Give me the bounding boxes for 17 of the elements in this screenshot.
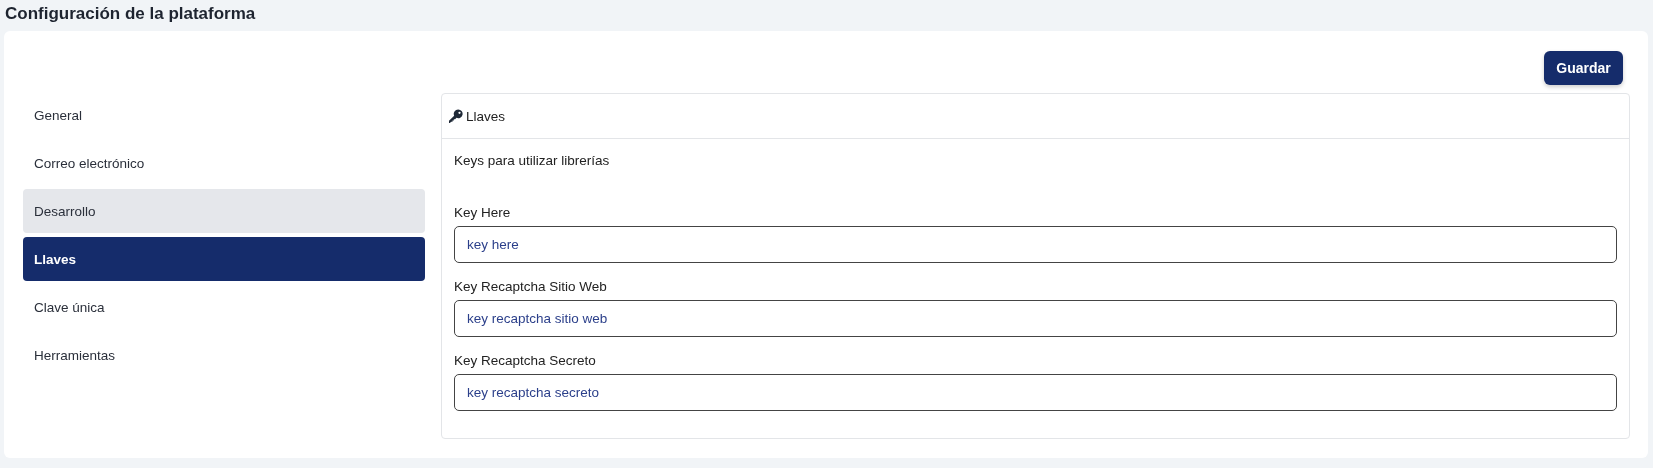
sidebar-item[interactable]: Clave única (23, 285, 425, 329)
sidebar-item[interactable]: Desarrollo (23, 189, 425, 233)
field-label: Key Here (454, 205, 512, 220)
input-field[interactable]: key here (454, 226, 1617, 263)
sidebar-item[interactable]: Herramientas (23, 333, 425, 377)
input-field[interactable]: key recaptcha sitio web (454, 300, 1617, 337)
field-label: Key Recaptcha Sitio Web (454, 279, 608, 294)
save-button[interactable]: Guardar (1544, 51, 1623, 85)
panel-description: Keys para utilizar librerías (454, 153, 611, 170)
key-icon (449, 109, 463, 123)
panel-title: Llaves (466, 108, 506, 124)
input-field[interactable]: key recaptcha secreto (454, 374, 1617, 411)
sidebar-item[interactable]: Llaves (23, 237, 425, 281)
sidebar-item[interactable]: Correo electrónico (23, 141, 425, 185)
page-title: Configuración de la plataforma (4, 3, 257, 25)
field-label: Key Recaptcha Secreto (454, 353, 597, 368)
sidebar-item[interactable]: General (23, 93, 425, 137)
